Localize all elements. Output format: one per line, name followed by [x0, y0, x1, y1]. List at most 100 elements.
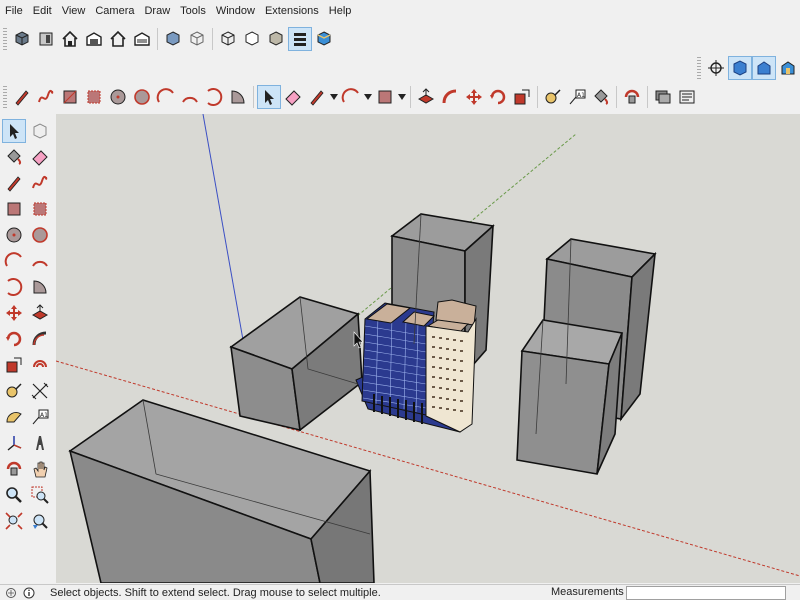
pencil-line-icon[interactable] — [305, 85, 329, 109]
eraser-icon[interactable] — [28, 145, 52, 169]
paint-bucket-icon[interactable] — [2, 145, 26, 169]
arc-icon[interactable] — [154, 85, 178, 109]
rectangle-dropdown-icon[interactable] — [373, 85, 397, 109]
massing-block-right-short[interactable] — [516, 319, 624, 475]
pencil-icon[interactable] — [10, 85, 34, 109]
select-icon[interactable] — [257, 85, 281, 109]
detailed-building-model[interactable] — [355, 299, 477, 433]
xray-view-icon[interactable] — [216, 27, 240, 51]
two-point-arc-icon[interactable] — [28, 249, 52, 273]
tape-measure-icon[interactable] — [2, 379, 26, 403]
iso-view-icon[interactable] — [161, 27, 185, 51]
text-icon[interactable]: A1 — [565, 85, 589, 109]
freehand-icon[interactable] — [28, 171, 52, 195]
three-point-arc-icon[interactable] — [202, 85, 226, 109]
follow-me-icon[interactable] — [438, 85, 462, 109]
rectangle-icon[interactable] — [2, 197, 26, 221]
paint-bucket-icon[interactable] — [589, 85, 613, 109]
menu-extensions[interactable]: Extensions — [262, 0, 326, 22]
toolbar-grip[interactable] — [3, 86, 7, 108]
menu-edit[interactable]: Edit — [30, 0, 59, 22]
component-icon[interactable] — [10, 27, 34, 51]
zoom-extents-icon[interactable] — [2, 509, 26, 533]
rectangle-dropdown-arrow[interactable] — [397, 85, 407, 109]
house-outline-icon[interactable] — [106, 27, 130, 51]
orbit-icon[interactable] — [620, 85, 644, 109]
polygon-icon[interactable] — [130, 85, 154, 109]
hidden-line-icon[interactable] — [240, 27, 264, 51]
views-toolbar — [0, 24, 336, 54]
layers-icon[interactable] — [651, 85, 675, 109]
massing-block-left-mid[interactable] — [229, 296, 363, 432]
circle-icon[interactable] — [106, 85, 130, 109]
freehand-icon[interactable] — [34, 85, 58, 109]
axes-icon[interactable] — [2, 431, 26, 455]
massing-block-front-large[interactable] — [68, 399, 375, 583]
geo-location-icon[interactable] — [4, 586, 18, 600]
menu-camera[interactable]: Camera — [92, 0, 141, 22]
zoom-window-icon[interactable] — [28, 483, 52, 507]
protractor-icon[interactable] — [2, 405, 26, 429]
instructor-info-icon[interactable] — [22, 586, 36, 600]
move-icon[interactable] — [2, 301, 26, 325]
push-pull-icon[interactable] — [414, 85, 438, 109]
tape-measure-icon[interactable] — [541, 85, 565, 109]
scale-icon[interactable] — [510, 85, 534, 109]
toolbar-grip[interactable] — [3, 28, 7, 50]
toolbar-grip[interactable] — [697, 57, 701, 79]
warehouse-icon[interactable] — [82, 27, 106, 51]
home-icon[interactable] — [58, 27, 82, 51]
eraser-icon[interactable] — [281, 85, 305, 109]
3d-text-icon[interactable] — [28, 431, 52, 455]
scale-icon[interactable] — [2, 353, 26, 377]
previous-view-icon[interactable] — [28, 509, 52, 533]
section-icon[interactable] — [776, 56, 800, 80]
garage-icon[interactable] — [130, 27, 154, 51]
measurements-input[interactable] — [626, 586, 786, 600]
component-icon[interactable] — [28, 119, 52, 143]
textured-icon[interactable] — [312, 27, 336, 51]
walk-icon[interactable] — [752, 56, 776, 80]
position-camera-icon[interactable] — [704, 56, 728, 80]
menu-file[interactable]: File — [2, 0, 30, 22]
wireframe-view-icon[interactable] — [185, 27, 209, 51]
dimension-icon[interactable] — [28, 379, 52, 403]
offset-icon[interactable] — [28, 353, 52, 377]
menu-tools[interactable]: Tools — [177, 0, 213, 22]
rotate-icon[interactable] — [486, 85, 510, 109]
polygon-icon[interactable] — [28, 223, 52, 247]
menu-draw[interactable]: Draw — [141, 0, 177, 22]
circle-icon[interactable] — [2, 223, 26, 247]
look-around-icon[interactable] — [728, 56, 752, 80]
outliner-icon[interactable] — [675, 85, 699, 109]
menu-view[interactable]: View — [59, 0, 93, 22]
pie-icon[interactable] — [226, 85, 250, 109]
text-icon[interactable]: A1 — [28, 405, 52, 429]
pencil-icon[interactable] — [2, 171, 26, 195]
menu-window[interactable]: Window — [213, 0, 262, 22]
select-icon[interactable] — [2, 119, 26, 143]
pie-icon[interactable] — [28, 275, 52, 299]
rotate-icon[interactable] — [2, 327, 26, 351]
orbit-icon[interactable] — [2, 457, 26, 481]
arc-dropdown-icon[interactable] — [339, 85, 363, 109]
model-viewport[interactable] — [56, 114, 800, 583]
move-icon[interactable] — [462, 85, 486, 109]
arc-dropdown-arrow[interactable] — [363, 85, 373, 109]
two-point-arc-icon[interactable] — [178, 85, 202, 109]
rotated-rect-icon[interactable] — [28, 197, 52, 221]
three-point-arc-icon[interactable] — [2, 275, 26, 299]
pencil-dropdown-arrow[interactable] — [329, 85, 339, 109]
shaded-icon[interactable] — [264, 27, 288, 51]
rectangle-icon[interactable] — [58, 85, 82, 109]
zoom-icon[interactable] — [2, 483, 26, 507]
arc-icon[interactable] — [2, 249, 26, 273]
push-pull-icon[interactable] — [28, 301, 52, 325]
camera-toolbar — [694, 54, 800, 82]
rotated-rect-icon[interactable] — [82, 85, 106, 109]
pan-icon[interactable] — [28, 457, 52, 481]
monochrome-icon[interactable] — [288, 27, 312, 51]
follow-me-icon[interactable] — [28, 327, 52, 351]
menu-help[interactable]: Help — [326, 0, 359, 22]
house-front-icon[interactable] — [34, 27, 58, 51]
